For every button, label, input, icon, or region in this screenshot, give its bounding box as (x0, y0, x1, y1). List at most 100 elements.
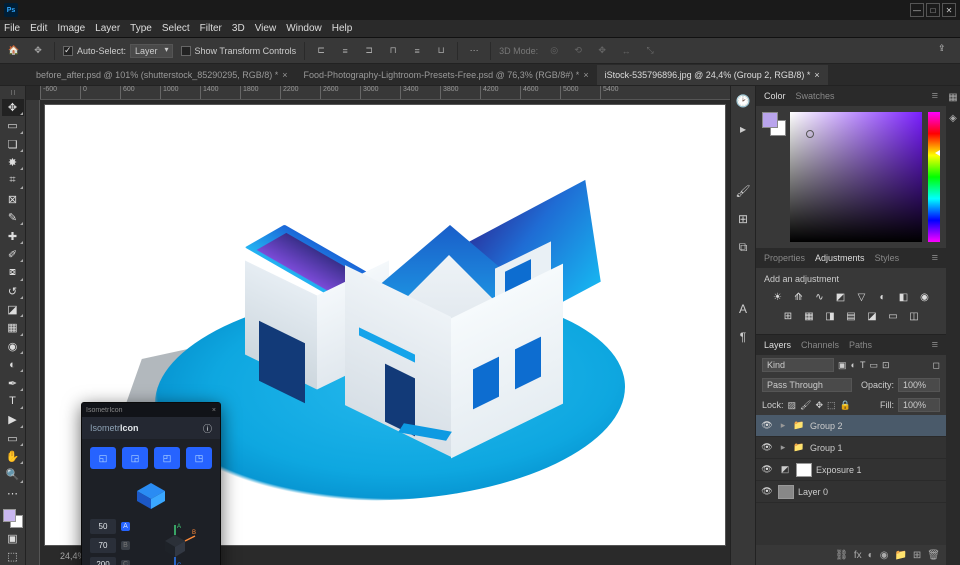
tab-close-icon[interactable]: × (583, 70, 588, 80)
visibility-icon[interactable]: 👁 (760, 442, 774, 453)
layer-mask-icon[interactable]: ◐ (868, 550, 874, 561)
align-bottom-icon[interactable]: ⊔ (433, 43, 449, 59)
adj-invert-icon[interactable]: ◨ (822, 309, 839, 324)
menu-image[interactable]: Image (57, 23, 85, 34)
crop-tool[interactable]: ⌗ (2, 172, 24, 189)
window-close-button[interactable]: ✕ (942, 3, 956, 17)
orbit-3d-icon[interactable]: ◎ (546, 43, 562, 59)
delete-layer-icon[interactable]: 🗑 (927, 550, 940, 561)
tab-close-icon[interactable]: × (814, 70, 819, 80)
share-icon[interactable]: ⇪ (938, 43, 954, 59)
quick-select-tool[interactable]: ✸ (2, 154, 24, 171)
align-left-icon[interactable]: ⊏ (313, 43, 329, 59)
iso-top-left-button[interactable]: ◰ (154, 447, 180, 469)
dim-c-input[interactable]: 200 (90, 557, 116, 565)
layer-filter-kind[interactable]: Kind (762, 358, 834, 372)
menu-filter[interactable]: Filter (200, 23, 222, 34)
document-tab[interactable]: Food-Photography-Lightroom-Presets-Free.… (296, 65, 597, 85)
learn-icon[interactable]: ◈ (949, 113, 957, 124)
actions-panel-icon[interactable]: ▸ (734, 120, 752, 138)
iso-left-button[interactable]: ◱ (90, 447, 116, 469)
ruler-vertical[interactable] (26, 100, 40, 565)
tab-swatches[interactable]: Swatches (796, 91, 835, 101)
layer-name[interactable]: Exposure 1 (816, 465, 862, 475)
filter-pixel-icon[interactable]: ▣ (838, 360, 847, 371)
layer-row[interactable]: 👁 ▸ 📁 Group 2 (756, 415, 946, 437)
clone-source-icon[interactable]: ⧉ (734, 238, 752, 256)
home-icon[interactable]: 🏠 (6, 43, 22, 59)
tab-layers[interactable]: Layers (764, 340, 791, 350)
scale-3d-icon[interactable]: ⤡ (642, 43, 658, 59)
adj-exposure-icon[interactable]: ◩ (832, 290, 849, 305)
layer-name[interactable]: Group 2 (810, 421, 843, 431)
dim-a-input[interactable]: 50 (90, 519, 116, 534)
brush-settings-icon[interactable]: ⊞ (734, 210, 752, 228)
history-panel-icon[interactable]: 🕑 (734, 92, 752, 110)
align-top-icon[interactable]: ⊓ (385, 43, 401, 59)
menu-3d[interactable]: 3D (232, 23, 245, 34)
show-transform-checkbox[interactable] (181, 46, 191, 56)
brushes-panel-icon[interactable]: 🖌 (734, 182, 752, 200)
filter-shape-icon[interactable]: ▭ (869, 360, 878, 371)
lock-all-icon[interactable]: 🔒 (840, 400, 851, 411)
menu-select[interactable]: Select (162, 23, 190, 34)
new-group-icon[interactable]: 📁 (894, 550, 906, 561)
filter-toggle-icon[interactable]: ◻ (933, 360, 940, 371)
tab-channels[interactable]: Channels (801, 340, 839, 350)
lock-artboard-icon[interactable]: ⬚ (827, 400, 836, 411)
filter-type-icon[interactable]: T (860, 360, 866, 370)
adj-levels-icon[interactable]: ⟰ (790, 290, 807, 305)
tab-paths[interactable]: Paths (849, 340, 872, 350)
tab-close-icon[interactable]: × (282, 70, 287, 80)
menu-file[interactable]: File (4, 23, 20, 34)
new-layer-icon[interactable]: ⊞ (913, 550, 921, 561)
color-field[interactable] (790, 112, 922, 242)
folder-toggle-icon[interactable]: ▸ (778, 420, 788, 431)
plugin-info-icon[interactable]: ⓘ (203, 422, 212, 435)
iso-top-right-button[interactable]: ◳ (186, 447, 212, 469)
paragraph-panel-icon[interactable]: ¶ (734, 328, 752, 346)
isometricon-panel[interactable]: IsometrIcon × IsometrIcon ⓘ ◱ ◲ ◰ ◳ 50A … (81, 402, 221, 565)
menu-type[interactable]: Type (130, 23, 152, 34)
fg-bg-swatches[interactable] (3, 509, 23, 528)
slide-3d-icon[interactable]: ↔ (618, 43, 634, 59)
lock-paint-icon[interactable]: 🖌 (800, 400, 811, 411)
tab-properties[interactable]: Properties (764, 253, 805, 263)
gradient-tool[interactable]: ▦ (2, 319, 24, 336)
folder-toggle-icon[interactable]: ▸ (778, 442, 788, 453)
edit-toolbar-icon[interactable]: ⋯ (2, 485, 24, 502)
pen-tool[interactable]: ✒ (2, 374, 24, 391)
tab-styles[interactable]: Styles (875, 253, 900, 263)
link-layers-icon[interactable]: ⛓ (835, 550, 848, 561)
adj-color-lookup-icon[interactable]: ▦ (801, 309, 818, 324)
panel-menu-icon[interactable]: ≡ (932, 339, 938, 351)
document-tab[interactable]: before_after.psd @ 101% (shutterstock_85… (28, 65, 296, 85)
lock-pos-icon[interactable]: ✥ (815, 400, 823, 411)
align-center-v-icon[interactable]: ≡ (409, 43, 425, 59)
tab-adjustments[interactable]: Adjustments (815, 253, 865, 263)
opacity-input[interactable]: 100% (898, 378, 940, 392)
auto-select-dropdown[interactable]: Layer (130, 44, 173, 58)
dim-b-input[interactable]: 70 (90, 538, 116, 553)
adj-vibrance-icon[interactable]: ▽ (853, 290, 870, 305)
zoom-tool[interactable]: 🔍 (2, 466, 24, 483)
layer-name[interactable]: Group 1 (810, 443, 843, 453)
history-brush-tool[interactable]: ↺ (2, 283, 24, 300)
adj-bw-icon[interactable]: ◧ (895, 290, 912, 305)
visibility-icon[interactable]: 👁 (760, 420, 774, 431)
layer-thumb[interactable] (778, 485, 794, 499)
adj-channel-mixer-icon[interactable]: ⊞ (780, 309, 797, 324)
hand-tool[interactable]: ✋ (2, 448, 24, 465)
adj-brightness-icon[interactable]: ☀ (769, 290, 786, 305)
adj-selective-color-icon[interactable]: ◫ (906, 309, 923, 324)
adj-hue-icon[interactable]: ◐ (874, 290, 891, 305)
tab-color[interactable]: Color (764, 91, 786, 101)
shape-tool[interactable]: ▭ (2, 430, 24, 447)
auto-select-checkbox[interactable] (63, 46, 73, 56)
healing-tool[interactable]: ✚ (2, 227, 24, 244)
visibility-icon[interactable]: 👁 (760, 464, 774, 475)
filter-smart-icon[interactable]: ⊡ (882, 360, 890, 371)
type-tool[interactable]: T (2, 393, 24, 410)
adj-photo-filter-icon[interactable]: ◉ (916, 290, 933, 305)
fill-input[interactable]: 100% (898, 398, 940, 412)
